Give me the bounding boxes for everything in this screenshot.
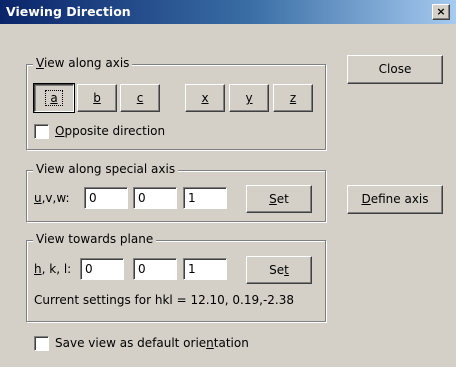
opposite-direction-checkbox[interactable]	[34, 124, 49, 139]
axis-z-button[interactable]: z	[273, 84, 313, 112]
window-close-button[interactable]: ×	[432, 4, 450, 20]
hkl-label: h, k, l:	[34, 262, 72, 276]
axis-c-button[interactable]: c	[120, 84, 160, 112]
opposite-direction-label: Opposite direction	[55, 124, 166, 138]
uvw-label: u,v,w:	[34, 191, 70, 205]
special-axis-legend: View along special axis	[33, 162, 179, 176]
save-default-label: Save view as default orientation	[55, 336, 249, 350]
axis-x-button[interactable]: x	[185, 84, 225, 112]
special-axis-set-button[interactable]: Set	[246, 185, 312, 213]
view-along-axis-legend: View along axis	[33, 56, 133, 70]
v-input[interactable]	[133, 187, 177, 209]
axis-a-button[interactable]: a	[33, 83, 75, 113]
k-input[interactable]	[133, 258, 177, 280]
current-hkl-settings: Current settings for hkl = 12.10, 0.19,-…	[34, 293, 295, 307]
title-bar: Viewing Direction ×	[0, 0, 456, 24]
axis-b-button[interactable]: b	[77, 84, 117, 112]
l-input[interactable]	[183, 258, 227, 280]
save-default-checkbox[interactable]	[34, 336, 49, 351]
u-input[interactable]	[84, 187, 128, 209]
plane-set-button[interactable]: Set	[246, 256, 312, 284]
towards-plane-legend: View towards plane	[33, 232, 157, 246]
h-input[interactable]	[80, 258, 124, 280]
define-axis-button[interactable]: Define axis	[347, 185, 443, 214]
close-button[interactable]: Close	[347, 55, 443, 84]
w-input[interactable]	[183, 187, 227, 209]
window-title: Viewing Direction	[6, 4, 131, 19]
axis-y-button[interactable]: y	[229, 84, 269, 112]
